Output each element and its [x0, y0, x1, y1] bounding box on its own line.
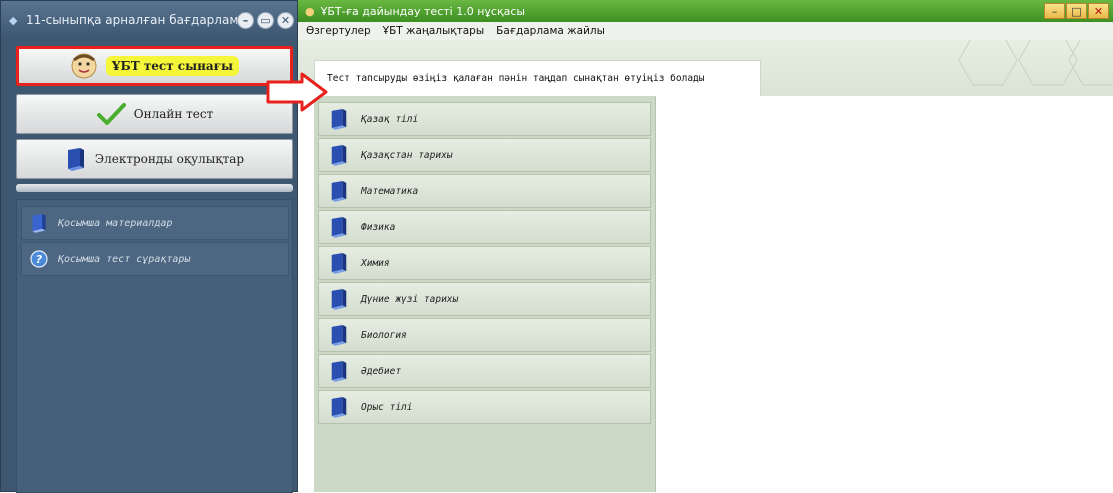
- online-test-button[interactable]: Онлайн тест: [16, 94, 293, 134]
- hexagon-decoration: [958, 40, 1018, 86]
- menu-item-about[interactable]: Бағдарлама жайлы: [496, 25, 605, 37]
- right-window: ● ҰБТ-ға дайындау тесті 1.0 нұсқасы – □ …: [298, 0, 1113, 492]
- subject-label: Дүние жүзі тарихы: [361, 293, 459, 305]
- subject-label: Қазақ тілі: [361, 113, 419, 125]
- annotation-arrow-icon: [266, 72, 328, 112]
- left-title-bar: ◆ 11-сыныпқа арналған бағдарламал... – ▭…: [1, 1, 297, 39]
- subject-item-literature[interactable]: Әдебиет: [318, 354, 651, 388]
- book-icon: [329, 252, 349, 274]
- hexagon-decoration: [1068, 40, 1113, 86]
- checkmark-icon: [96, 102, 126, 126]
- subject-item-physics[interactable]: Физика: [318, 210, 651, 244]
- subject-item-mathematics[interactable]: Математика: [318, 174, 651, 208]
- subject-label: Әдебиет: [361, 365, 402, 377]
- book-icon: [30, 213, 48, 233]
- close-icon[interactable]: ✕: [277, 11, 294, 29]
- menu-bar: Өзгертулер ҰБТ жаңалықтары Бағдарлама жа…: [298, 22, 1113, 40]
- online-test-label: Онлайн тест: [133, 107, 214, 121]
- maximize-icon[interactable]: □: [1066, 3, 1087, 19]
- minimize-icon[interactable]: –: [1044, 3, 1065, 19]
- e-books-button[interactable]: Электронды оқулықтар: [16, 139, 293, 179]
- minimize-icon[interactable]: –: [237, 11, 254, 29]
- extra-materials-panel: Қосымша материалдар ? Қосымша тест сұрақ…: [16, 199, 293, 493]
- close-icon[interactable]: ✕: [1088, 3, 1109, 19]
- svg-text:?: ?: [36, 253, 43, 266]
- book-icon: [329, 108, 349, 130]
- left-window: ◆ 11-сыныпқа арналған бағдарламал... – ▭…: [0, 0, 298, 493]
- app-icon: ◆: [9, 14, 18, 27]
- menu-item-news[interactable]: ҰБТ жаңалықтары: [383, 25, 484, 37]
- subject-item-world-history[interactable]: Дүние жүзі тарихы: [318, 282, 651, 316]
- right-window-title: ҰБТ-ға дайындау тесті 1.0 нұсқасы: [320, 4, 526, 18]
- extra-materials-label: Қосымша материалдар: [58, 217, 173, 229]
- book-icon: [329, 396, 349, 418]
- subject-item-kazakhstan-history[interactable]: Қазақстан тарихы: [318, 138, 651, 172]
- right-title-bar: ● ҰБТ-ға дайындау тесті 1.0 нұсқасы – □ …: [298, 0, 1113, 22]
- maximize-icon[interactable]: ▭: [257, 11, 274, 29]
- ubt-test-button[interactable]: ҰБТ тест сынағы: [16, 46, 293, 86]
- extra-materials-item[interactable]: Қосымша материалдар: [21, 206, 289, 240]
- separator: [16, 184, 293, 192]
- menu-item-changes[interactable]: Өзгертулер: [306, 25, 371, 37]
- question-icon: ?: [30, 250, 48, 268]
- subject-list: Қазақ тілі Қазақстан тарихы Математика Ф…: [314, 96, 656, 492]
- subject-label: Математика: [361, 185, 419, 197]
- left-window-title: 11-сыныпқа арналған бағдарламал...: [26, 13, 237, 27]
- subject-label: Химия: [361, 257, 390, 269]
- subject-item-russian-language[interactable]: Орыс тілі: [318, 390, 651, 424]
- book-icon: [329, 324, 349, 346]
- ubt-test-label: ҰБТ тест сынағы: [105, 56, 240, 76]
- subject-label: Биология: [361, 329, 407, 341]
- book-icon: [329, 144, 349, 166]
- subject-item-chemistry[interactable]: Химия: [318, 246, 651, 280]
- book-icon: [329, 288, 349, 310]
- subject-label: Орыс тілі: [361, 401, 413, 413]
- book-icon: [65, 147, 87, 171]
- info-text: Тест тапсыруды өзіңіз қалаған пәнін таңд…: [327, 73, 705, 84]
- app-icon: ●: [305, 4, 315, 18]
- e-books-label: Электронды оқулықтар: [94, 152, 245, 166]
- extra-questions-label: Қосымша тест сұрақтары: [58, 253, 191, 265]
- book-icon: [329, 180, 349, 202]
- extra-questions-item[interactable]: ? Қосымша тест сұрақтары: [21, 242, 289, 276]
- subject-label: Физика: [361, 221, 396, 233]
- book-icon: [329, 360, 349, 382]
- book-icon: [329, 216, 349, 238]
- subject-item-biology[interactable]: Биология: [318, 318, 651, 352]
- subject-label: Қазақстан тарихы: [361, 149, 453, 161]
- student-icon: [70, 52, 98, 80]
- subject-item-kazakh-language[interactable]: Қазақ тілі: [318, 102, 651, 136]
- info-tab: Тест тапсыруды өзіңіз қалаған пәнін таңд…: [314, 60, 761, 96]
